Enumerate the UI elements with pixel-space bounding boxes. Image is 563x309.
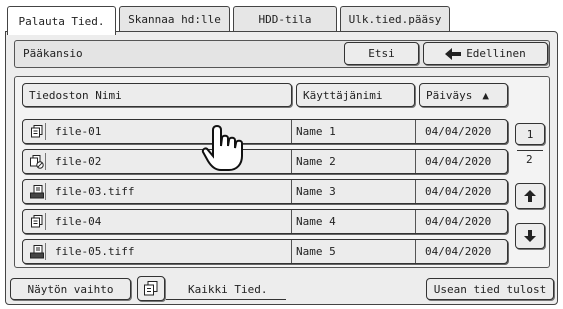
search-label: Etsi — [368, 47, 395, 60]
column-header-label: Käyttäjänimi — [303, 88, 383, 102]
tab-label: Ulk.tied.pääsy — [348, 13, 442, 26]
column-header-label: Päiväys — [426, 88, 473, 102]
filter-button[interactable] — [137, 276, 165, 301]
document-copy-icon — [28, 123, 46, 140]
main-panel: Pääkansio Etsi Edellinen Tiedoston Nimi … — [5, 31, 558, 305]
current-page: 1 — [526, 127, 534, 141]
user-name: Name 1 — [296, 125, 336, 138]
back-arrow-icon — [445, 47, 462, 60]
filter-underline — [166, 299, 286, 300]
file-name: file-05.tiff — [55, 245, 135, 258]
page-number-button[interactable]: 1 — [515, 123, 545, 145]
view-switch-label: Näytön vaihto — [27, 282, 114, 296]
arrow-up-icon — [524, 190, 536, 202]
column-header-label: Tiedoston Nimi — [29, 88, 122, 102]
column-header-user-name[interactable]: Käyttäjänimi — [296, 83, 415, 107]
tab-label: Skannaa hd:lle — [128, 13, 221, 26]
file-date: 04/04/2020 — [425, 125, 492, 138]
file-date: 04/04/2020 — [425, 245, 492, 258]
scroll-up-button[interactable] — [515, 183, 545, 209]
page-divider — [517, 150, 543, 151]
file-name: file-03.tiff — [55, 185, 135, 198]
multi-file-print-button[interactable]: Usean tied tulost — [426, 278, 554, 300]
scanner-document-icon — [28, 243, 46, 260]
multi-file-print-label: Usean tied tulost — [433, 282, 547, 296]
scanner-document-icon — [28, 183, 46, 200]
tab-label: HDD-tila — [258, 13, 312, 26]
document-copy-icon — [28, 213, 46, 230]
user-name: Name 2 — [296, 155, 336, 168]
user-name: Name 5 — [296, 245, 336, 258]
tab-scan-to-hdd[interactable]: Skannaa hd:lle — [119, 6, 230, 32]
back-button[interactable]: Edellinen — [423, 42, 548, 65]
tab-label: Palauta Tied. — [18, 14, 105, 28]
tab-hdd-status[interactable]: HDD-tila — [233, 6, 337, 32]
user-name: Name 4 — [296, 215, 336, 228]
document-copy-locked-icon — [28, 153, 46, 170]
tab-external-file-access[interactable]: Ulk.tied.pääsy — [340, 6, 450, 32]
total-pages: 2 — [526, 153, 533, 166]
file-name: file-04 — [55, 215, 102, 228]
file-date: 04/04/2020 — [425, 185, 492, 198]
filter-label: Kaikki Tied. — [188, 283, 268, 296]
table-row[interactable]: file-02 Name 2 04/04/2020 — [22, 149, 508, 174]
view-switch-button[interactable]: Näytön vaihto — [10, 278, 131, 300]
file-name: file-01 — [55, 125, 102, 138]
folder-path: Pääkansio — [23, 47, 83, 60]
column-header-date[interactable]: Päiväys ▲ — [419, 83, 508, 107]
column-header-file-name[interactable]: Tiedoston Nimi — [22, 83, 292, 107]
sort-ascending-icon: ▲ — [482, 88, 489, 102]
table-row[interactable]: file-03.tiff Name 3 04/04/2020 — [22, 179, 508, 204]
table-row[interactable]: file-05.tiff Name 5 04/04/2020 — [22, 239, 508, 264]
arrow-down-icon — [524, 230, 536, 242]
file-list: Tiedoston Nimi Käyttäjänimi Päiväys ▲ fi… — [14, 76, 550, 268]
scroll-down-button[interactable] — [515, 223, 545, 249]
tab-restore-file[interactable]: Palauta Tied. — [7, 6, 116, 35]
back-label: Edellinen — [466, 47, 526, 60]
file-name: file-02 — [55, 155, 102, 168]
document-copy-icon — [144, 281, 158, 296]
table-row[interactable]: file-01 Name 1 04/04/2020 — [22, 119, 508, 144]
search-button[interactable]: Etsi — [344, 42, 419, 65]
file-date: 04/04/2020 — [425, 215, 492, 228]
hand-pointer-cursor — [201, 124, 243, 171]
file-date: 04/04/2020 — [425, 155, 492, 168]
table-row[interactable]: file-04 Name 4 04/04/2020 — [22, 209, 508, 234]
user-name: Name 3 — [296, 185, 336, 198]
